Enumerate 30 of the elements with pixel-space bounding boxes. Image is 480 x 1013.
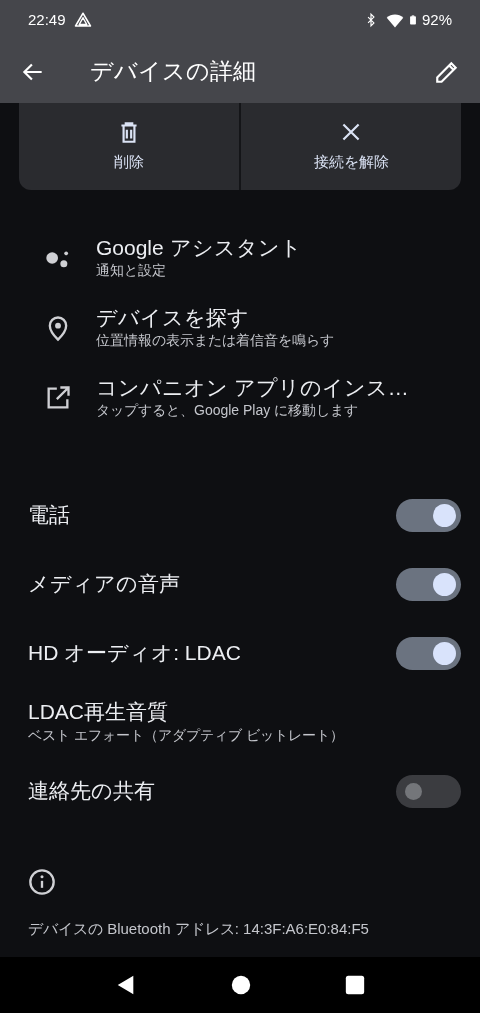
wifi-icon: [385, 11, 404, 29]
item-subtitle: 通知と設定: [96, 261, 167, 281]
home-circle-icon[interactable]: [231, 975, 251, 995]
toggle-switch[interactable]: [396, 775, 461, 808]
item-subtitle: 位置情報の表示または着信音を鳴らす: [96, 331, 334, 351]
link-item[interactable]: デバイスを探す 位置情報の表示または着信音を鳴らす: [0, 293, 480, 363]
clock-time: 22:49: [28, 9, 66, 30]
delete-button[interactable]: 削除: [19, 103, 239, 190]
screen-title: デバイスの詳細: [90, 57, 257, 87]
link-item[interactable]: Google アシスタント 通知と設定: [0, 223, 480, 293]
battery-percent: 92%: [421, 9, 452, 30]
toggle-switch[interactable]: [396, 637, 461, 670]
recents-square-icon[interactable]: [345, 975, 365, 995]
item-title: デバイスを探す: [96, 304, 250, 331]
item-title: Google アシスタント: [96, 234, 302, 261]
item-title: コンパニオン アプリのインス…: [96, 374, 409, 401]
bluetooth-address: デバイスの Bluetooth アドレス: 14:3F:A6:E0:84:F5: [27, 919, 370, 939]
info-icon: [28, 868, 56, 896]
setting-value: ベスト エフォート（アダプティブ ビットレート）: [28, 726, 345, 746]
setting-label: 電話: [28, 502, 71, 529]
toggle-switch[interactable]: [396, 568, 461, 601]
toggle-switch[interactable]: [396, 499, 461, 532]
link-item[interactable]: コンパニオン アプリのインス… タップすると、Google Play に移動します: [0, 363, 480, 433]
item-subtitle: タップすると、Google Play に移動します: [96, 401, 360, 421]
setting-label: メディアの音声: [28, 571, 181, 598]
disconnect-button[interactable]: 接続を解除: [239, 103, 461, 190]
setting-label: HD オーディオ: LDAC: [28, 640, 242, 667]
triangle-icon: [73, 11, 92, 29]
setting-label: 連絡先の共有: [28, 778, 156, 805]
setting-label: LDAC再生音質: [28, 698, 170, 725]
